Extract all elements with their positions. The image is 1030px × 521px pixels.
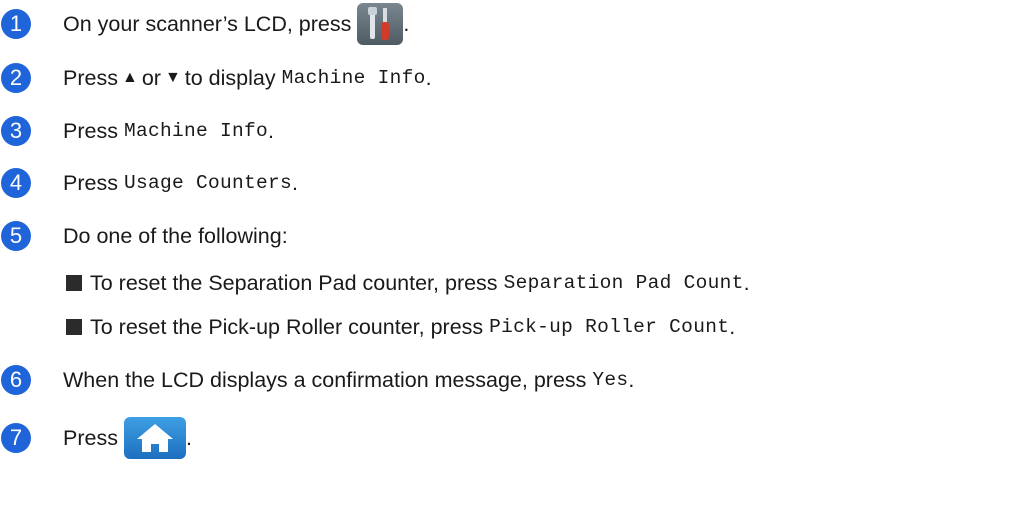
bullet-2-instruction: To reset the Pick-up Roller counter, pre… [90, 314, 484, 339]
step-number-7: 7 [1, 423, 31, 453]
step-number-3: 3 [1, 116, 31, 146]
home-icon [123, 417, 186, 459]
step-1-instruction: On your scanner’s LCD, press [63, 11, 352, 36]
step-7-period: . [185, 425, 192, 450]
step-4-press: Press [63, 170, 118, 195]
tools-icon [357, 3, 404, 45]
bullet-1-instruction: To reset the Separation Pad counter, pre… [90, 270, 498, 295]
step-2-or: or [141, 65, 161, 90]
bullet-square-icon [66, 275, 82, 291]
bullet-1-text: To reset the Separation Pad counter, pre… [90, 263, 750, 303]
step-3-period: . [268, 118, 274, 143]
step-1-period: . [403, 11, 410, 36]
bullet-square-icon [66, 319, 82, 335]
step-6-text: When the LCD displays a confirmation mes… [63, 360, 634, 400]
up-arrow-icon: ▲ [121, 69, 138, 86]
step-6-period: . [628, 367, 635, 392]
step-number-6: 6 [1, 365, 31, 395]
step-2-period: . [425, 65, 432, 90]
bullet-1-period: . [743, 270, 750, 295]
step-6-instruction: When the LCD displays a confirmation mes… [63, 367, 587, 392]
step-number-4: 4 [1, 168, 31, 198]
step-7-press: Press [63, 425, 118, 450]
bullet-2-period: . [729, 314, 736, 339]
step-7-text: Press . [63, 417, 192, 459]
step-5-text: Do one of the following: [63, 223, 288, 248]
step-2-text: Press ▲ or ▼ to display Machine Info . [63, 58, 432, 98]
step-3-code: Machine Info [123, 120, 268, 142]
step-number-1: 1 [1, 9, 31, 39]
step-3-press: Press [63, 118, 118, 143]
step-1-text: On your scanner’s LCD, press . [63, 3, 410, 45]
step-4-text: Press Usage Counters . [63, 163, 298, 203]
step-2-press: Press [63, 65, 118, 90]
step-2-code: Machine Info [281, 67, 426, 89]
step-number-5: 5 [1, 221, 31, 251]
bullet-1-code: Separation Pad Count [503, 272, 744, 294]
down-arrow-icon: ▼ [164, 69, 181, 86]
step-4-code: Usage Counters [123, 172, 292, 194]
bullet-2-text: To reset the Pick-up Roller counter, pre… [90, 307, 735, 347]
step-6-code: Yes [592, 369, 629, 391]
step-4-period: . [292, 170, 298, 195]
step-2-to-display: to display [184, 65, 276, 90]
step-number-2: 2 [1, 63, 31, 93]
bullet-2-code: Pick-up Roller Count [489, 316, 730, 338]
step-3-text: Press Machine Info . [63, 111, 274, 151]
